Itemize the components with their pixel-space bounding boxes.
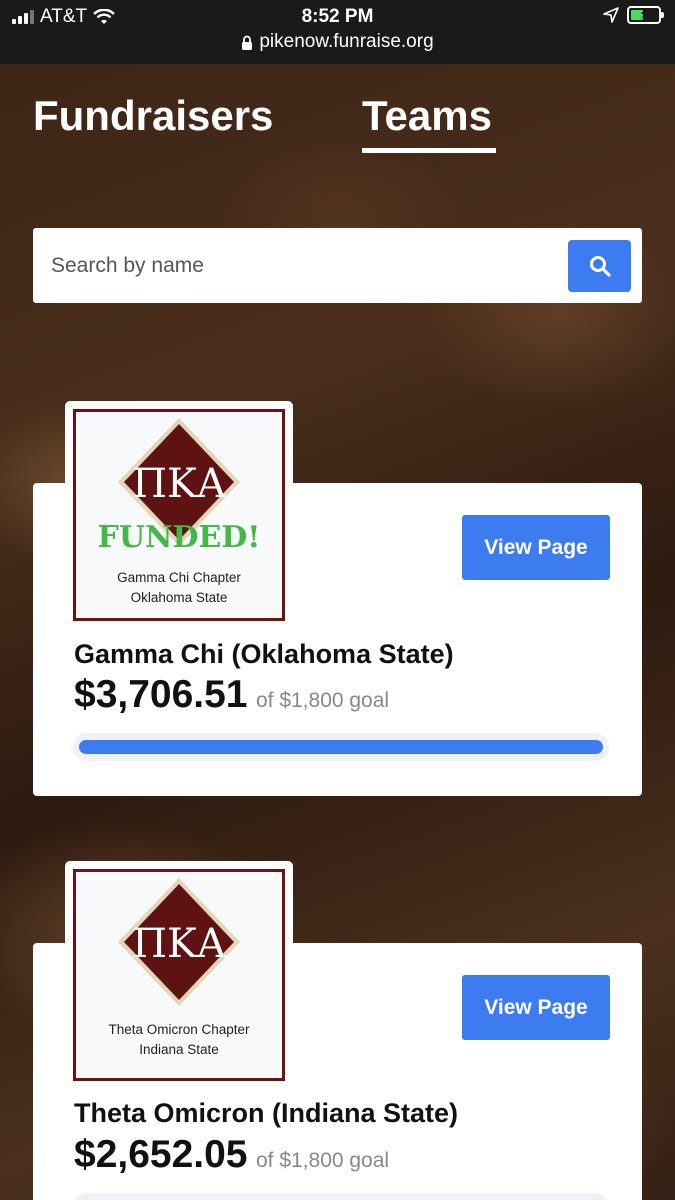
clock: 8:52 PM xyxy=(301,6,374,27)
progress-bar xyxy=(73,733,609,761)
lock-icon xyxy=(242,35,253,50)
progress-bar xyxy=(73,1193,609,1200)
amount-raised-line: $2,652.05 of $1,800 goal xyxy=(74,1133,389,1177)
chapter-caption: Theta Omicron Chapter Indiana State xyxy=(108,1022,250,1057)
chapter-caption: Gamma Chi Chapter Oklahoma State xyxy=(117,570,241,605)
charging-icon: ⚡ xyxy=(639,6,649,22)
logo-image: ΠΚΑ FUNDED! Gamma Chi Chapter Oklahoma S… xyxy=(73,409,285,621)
location-arrow-icon xyxy=(603,7,619,23)
search-button[interactable] xyxy=(568,240,631,292)
view-page-button[interactable]: View Page xyxy=(462,515,610,580)
tab-fundraisers[interactable]: Fundraisers xyxy=(33,92,273,140)
amount-raised: $3,706.51 xyxy=(74,673,248,716)
search-icon xyxy=(589,256,611,277)
status-bar: AT&T 8:52 PM pikenow.funraise.org ⚡ xyxy=(0,0,675,64)
progress-fill xyxy=(79,740,603,754)
funded-stamp: FUNDED! xyxy=(97,520,261,555)
svg-text:ΠΚΑ: ΠΚΑ xyxy=(132,921,227,967)
active-tab-indicator xyxy=(362,148,496,153)
team-name: Theta Omicron (Indiana State) xyxy=(74,1098,459,1128)
battery-icon: ⚡ xyxy=(627,6,664,24)
goal-text: of $1,800 goal xyxy=(255,689,390,712)
team-logo[interactable]: ΠΚΑ Theta Omicron Chapter Indiana State xyxy=(65,861,293,1089)
search-input[interactable] xyxy=(51,246,551,286)
address-bar[interactable]: pikenow.funraise.org xyxy=(0,31,675,53)
url-text: pikenow.funraise.org xyxy=(259,31,434,52)
team-name: Gamma Chi (Oklahoma State) xyxy=(74,639,454,669)
search-bar xyxy=(33,228,642,303)
amount-raised: $2,652.05 xyxy=(74,1133,248,1176)
status-right: ⚡ xyxy=(603,6,664,24)
tab-teams[interactable]: Teams xyxy=(362,92,492,140)
goal-text: of $1,800 goal xyxy=(255,1149,390,1172)
amount-raised-line: $3,706.51 of $1,800 goal xyxy=(74,673,389,717)
team-logo[interactable]: ΠΚΑ FUNDED! Gamma Chi Chapter Oklahoma S… xyxy=(65,401,293,629)
logo-image: ΠΚΑ Theta Omicron Chapter Indiana State xyxy=(73,869,285,1081)
svg-text:ΠΚΑ: ΠΚΑ xyxy=(132,461,227,507)
view-page-button[interactable]: View Page xyxy=(462,975,610,1040)
